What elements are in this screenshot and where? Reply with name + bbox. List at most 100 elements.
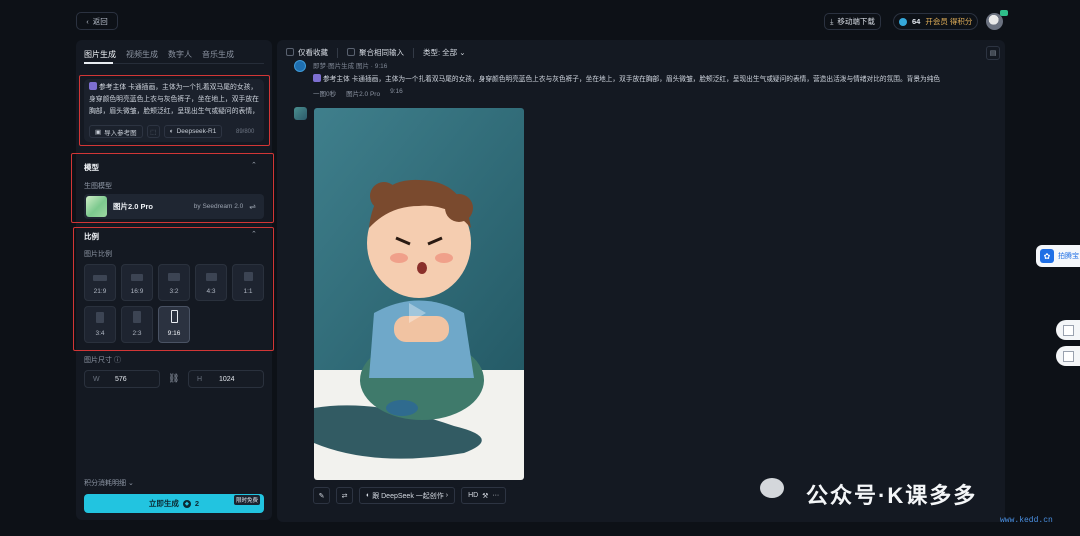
- ratio-option[interactable]: 16:9: [121, 264, 153, 301]
- image-size-text: 图片尺寸: [84, 357, 112, 364]
- char-counter: 89/800: [236, 129, 255, 135]
- person-icon: [89, 82, 97, 90]
- placeholder-tool-button[interactable]: ⬚: [146, 125, 160, 138]
- link-icon[interactable]: ⛓: [168, 373, 179, 384]
- generation-tabs: 图片生成 视频生成 数字人 音乐生成: [84, 49, 234, 60]
- collect-only-toggle[interactable]: 仅看收藏: [286, 47, 328, 58]
- side-tab-label: 拍腾宝: [1058, 253, 1079, 260]
- ratio-option[interactable]: 21:9: [84, 264, 116, 301]
- message-meta: 一图0秒 图片2.0 Pro 9:16: [313, 88, 403, 98]
- person-icon: [313, 74, 321, 82]
- prompt-textarea[interactable]: 参考主体 卡通插画，主体为一个扎着双马尾的女孩，身穿颜色明亮蓝色上衣与灰色裤子，…: [89, 82, 259, 118]
- ratio-option[interactable]: 4:3: [195, 264, 227, 301]
- floating-widget[interactable]: [1056, 346, 1080, 366]
- import-reference-button[interactable]: ▣ 导入参考图: [89, 125, 143, 138]
- limited-free-badge: 限时免费: [234, 495, 261, 505]
- ratio-sub-label: 图片比例: [84, 251, 112, 258]
- watermark-url: www.kedd.cn: [1000, 516, 1053, 525]
- filter-bar: 仅看收藏 聚合相同输入 类型: 全部 ⌄: [286, 47, 466, 58]
- ratio-option[interactable]: 1:1: [232, 264, 264, 301]
- hd-label: HD: [468, 492, 479, 499]
- app-icon: ✿: [1040, 249, 1054, 263]
- aggregate-input-toggle[interactable]: 聚合相同输入: [347, 47, 404, 58]
- broken-image-icon: [1062, 350, 1074, 362]
- model-section-title: 模型: [84, 163, 99, 172]
- generated-image[interactable]: [314, 108, 524, 480]
- ratio-label: 3:2: [169, 288, 179, 295]
- settings-sliders-icon[interactable]: ⇌: [249, 202, 256, 211]
- ref-chip-label: 参考主体: [99, 84, 127, 91]
- image-size-label: 图片尺寸 ⓘ: [84, 355, 121, 365]
- back-button[interactable]: ‹ 返回: [76, 12, 118, 30]
- chevron-down-icon: ⌄: [127, 480, 134, 487]
- cost-detail-toggle[interactable]: 积分消耗明细 ⌄: [84, 478, 134, 488]
- save-icon[interactable]: ▤: [986, 46, 1000, 60]
- chevron-right-icon: ›: [443, 492, 449, 499]
- tab-video-generation[interactable]: 视频生成: [126, 49, 158, 60]
- ratio-shape-icon: [93, 275, 107, 281]
- collect-only-label: 仅看收藏: [298, 48, 328, 57]
- more-icon[interactable]: ···: [492, 492, 499, 499]
- sender-line: 即梦·图片生成 图片 · 9:16: [313, 63, 388, 70]
- message-text: 卡通插画，主体为一个扎着双马尾的女孩，身穿颜色明亮蓝色上衣与灰色裤子，坐在地上，…: [351, 76, 941, 83]
- mobile-download-button[interactable]: ⤓ 移动端下载: [824, 13, 881, 30]
- credit-coin-icon: [899, 17, 907, 26]
- deepseek-cocreate-label: 跟 DeepSeek 一起创作: [372, 492, 444, 500]
- type-filter-label: 类型: 全部: [423, 48, 458, 57]
- tab-music-generation[interactable]: 音乐生成: [202, 49, 234, 60]
- reference-subject-chip[interactable]: 参考主体: [89, 82, 126, 94]
- ratio-option[interactable]: 2:3: [121, 306, 153, 343]
- width-input[interactable]: W 576: [84, 370, 160, 388]
- ratio-label: 2:3: [132, 330, 142, 337]
- model-provider: by Seedream 2.0: [193, 203, 244, 210]
- image-toolbar: ✎ ⇄ ◐ 跟 DeepSeek 一起创作 › HD ⚒ ···: [313, 487, 507, 504]
- floating-widget[interactable]: [1056, 320, 1080, 340]
- ratio-label: 21:9: [93, 288, 107, 295]
- watermark-text: 公众号·K课多多: [806, 483, 978, 508]
- vip-link[interactable]: 开会员 得积分: [925, 16, 972, 27]
- generate-cost: 2: [194, 499, 200, 508]
- wechat-icon: [760, 478, 784, 498]
- ratio-shape-icon: [205, 273, 217, 281]
- ratio-option-selected[interactable]: 9:16: [158, 306, 190, 343]
- image-icon: ▣: [95, 128, 102, 136]
- reference-subject-chip[interactable]: 参考主体: [313, 74, 350, 85]
- tab-digital-human[interactable]: 数字人: [168, 49, 192, 60]
- width-key: W: [93, 375, 100, 383]
- divider: [337, 47, 338, 58]
- model-thumbnail: [86, 196, 107, 217]
- user-avatar[interactable]: [986, 10, 1008, 30]
- edit-icon[interactable]: ✎: [313, 487, 330, 504]
- ratio-option[interactable]: 3:2: [158, 264, 190, 301]
- credit-icon: ◆: [182, 499, 191, 508]
- ratio-label: 16:9: [130, 288, 144, 295]
- height-key: H: [197, 375, 203, 383]
- ratio-label: 1:1: [243, 288, 253, 295]
- generate-label: 立即生成: [148, 499, 179, 508]
- regenerate-icon[interactable]: ⇄: [336, 487, 353, 504]
- ratio-option[interactable]: 3:4: [84, 306, 116, 343]
- width-value: 576: [115, 375, 127, 383]
- deepseek-button[interactable]: ◐ Deepseek-R1: [163, 125, 223, 138]
- tab-image-generation[interactable]: 图片生成: [84, 49, 116, 60]
- deepseek-cocreate-button[interactable]: ◐ 跟 DeepSeek 一起创作 ›: [359, 487, 456, 504]
- collapse-icon[interactable]: ⌃: [251, 230, 257, 238]
- deepseek-icon: ◐: [169, 128, 174, 135]
- meta-ratio: 9:16: [390, 88, 403, 95]
- cartoon-girl-illustration: [314, 108, 524, 480]
- height-value: 1024: [219, 375, 235, 383]
- model-name: 图片2.0 Pro: [113, 202, 154, 211]
- model-selector[interactable]: 图片2.0 Pro by Seedream 2.0 ⇌: [84, 194, 264, 219]
- info-icon[interactable]: ⓘ: [114, 357, 121, 364]
- hd-upscale-button[interactable]: HD ⚒ ···: [461, 487, 507, 504]
- type-filter-dropdown[interactable]: 类型: 全部 ⌄: [423, 47, 466, 58]
- meta-time: 一图0秒: [313, 91, 337, 98]
- prompt-message[interactable]: 参考主体 卡通插画，主体为一个扎着双马尾的女孩，身穿颜色明亮蓝色上衣与灰色裤子，…: [313, 74, 993, 85]
- height-input[interactable]: H 1024: [188, 370, 264, 388]
- aggregate-input-label: 聚合相同输入: [359, 48, 404, 57]
- collapse-icon[interactable]: ⌃: [251, 161, 257, 169]
- credits-widget[interactable]: 64 开会员 得积分: [893, 13, 978, 30]
- side-tab[interactable]: ✿ 拍腾宝: [1036, 245, 1080, 267]
- deepseek-label: Deepseek-R1: [176, 128, 217, 135]
- back-label: 返回: [92, 16, 108, 26]
